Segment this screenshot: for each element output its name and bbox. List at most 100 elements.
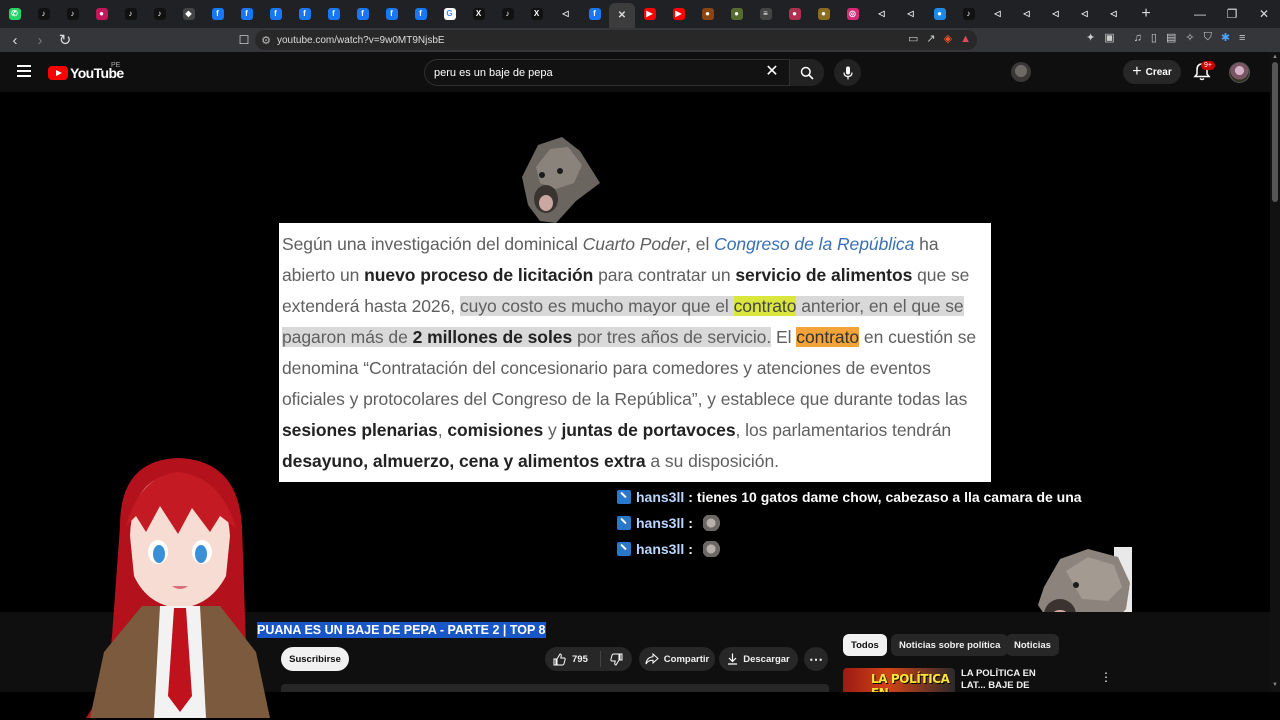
scroll-up-icon[interactable]: ▲ (1271, 54, 1279, 62)
clear-search-icon[interactable]: ✕ (763, 63, 781, 81)
forward-icon[interactable]: › (30, 30, 50, 50)
browser-tab[interactable]: ◁ (1099, 2, 1128, 26)
browser-tab[interactable]: ● (780, 2, 809, 26)
music-icon[interactable]: ♫ (1134, 32, 1142, 44)
browser-tab[interactable]: f (580, 2, 609, 26)
chat-username: hans3ll (636, 515, 685, 531)
article-line: abierto un nuevo proceso de licitación p… (282, 265, 970, 285)
browser-tab[interactable]: f (406, 2, 435, 26)
scroll-thumb[interactable] (1272, 62, 1278, 202)
reload-icon[interactable]: ↻ (55, 30, 75, 50)
page-scrollbar[interactable]: ▲ ▼ (1270, 52, 1280, 692)
browser-tab[interactable]: ♪ (954, 2, 983, 26)
site-info-icon[interactable]: ⚙ (255, 34, 277, 47)
download-button[interactable]: Descargar (719, 647, 798, 671)
scroll-down-icon[interactable]: ▼ (1271, 682, 1279, 690)
vpn-icon[interactable]: ⛉ (1204, 31, 1212, 44)
menu-icon[interactable]: ≡ (1239, 32, 1245, 44)
browser-tab[interactable]: ♪ (493, 2, 522, 26)
browser-tab[interactable]: ● (722, 2, 751, 26)
browser-tab[interactable]: f (203, 2, 232, 26)
browser-tab[interactable]: X (522, 2, 551, 26)
browser-tab[interactable]: f (290, 2, 319, 26)
browser-tab[interactable]: ◁ (1041, 2, 1070, 26)
browser-tab[interactable]: ✕ (609, 3, 635, 28)
browser-tab[interactable]: f (319, 2, 348, 26)
browser-tab[interactable]: ● (809, 2, 838, 26)
browser-tab[interactable]: G (435, 2, 464, 26)
account-avatar[interactable] (1229, 62, 1250, 83)
like-dislike-group: 795 (545, 647, 632, 671)
description-box[interactable] (281, 684, 829, 692)
extensions-icon[interactable]: ✦ (1086, 31, 1095, 44)
browser-tab[interactable]: ● (87, 2, 116, 26)
youtube-icon: ▶ (643, 8, 656, 20)
close-window-button[interactable]: ✕ (1248, 0, 1280, 28)
browser-tab[interactable]: ● (693, 2, 722, 26)
share-button[interactable]: Compartir (639, 647, 715, 671)
thumbs-down-icon (609, 653, 622, 666)
minimize-button[interactable]: — (1184, 0, 1216, 28)
browser-tab[interactable]: ◁ (1012, 2, 1041, 26)
browser-tab[interactable]: f (348, 2, 377, 26)
browser-tab[interactable]: ♪ (29, 2, 58, 26)
screenshot-icon[interactable]: ▣ (1104, 31, 1114, 44)
facebook-icon: f (269, 8, 282, 20)
share-icon[interactable]: ↗ (926, 32, 935, 45)
chip-all[interactable]: Todos (843, 634, 887, 656)
cast-icon[interactable]: ▭ (908, 32, 918, 45)
browser-tab[interactable]: ♪ (58, 2, 87, 26)
browser-tab[interactable]: ● (925, 2, 954, 26)
search-button[interactable] (789, 59, 824, 86)
wallet-icon[interactable]: ▤ (1166, 31, 1176, 44)
recommended-title[interactable]: LA POLÍTICA EN LAT... BAJE DE PEPA - PA.… (961, 668, 1051, 692)
x-icon: X (472, 8, 485, 20)
sidebar-icon[interactable]: ▯ (1151, 31, 1157, 44)
youtube-icon: ▶ (672, 8, 685, 20)
browser-tab[interactable]: ◁ (983, 2, 1012, 26)
chip-news[interactable]: Noticias (1006, 634, 1059, 656)
browser-tab[interactable]: f (232, 2, 261, 26)
browser-tab[interactable]: ◎ (838, 2, 867, 26)
brave-shield-icon[interactable]: ◈ (944, 32, 952, 45)
article-line: desayuno, almuerzo, cena y alimentos ext… (282, 451, 779, 471)
browser-tab[interactable]: ◁ (896, 2, 925, 26)
browser-tab[interactable]: ♪ (145, 2, 174, 26)
search-input[interactable] (434, 60, 754, 85)
browser-tab[interactable]: ◁ (1070, 2, 1099, 26)
browser-tab[interactable]: ≡ (751, 2, 780, 26)
more-actions-button[interactable]: ⋯ (804, 647, 828, 671)
cat-emote-icon (702, 515, 721, 531)
bookmark-icon[interactable]: ☐ (234, 30, 254, 50)
browser-tab[interactable]: f (377, 2, 406, 26)
chip-politics-news[interactable]: Noticias sobre política (891, 634, 1009, 656)
voice-search-button[interactable] (834, 59, 861, 86)
facebook-icon: f (385, 8, 398, 20)
recommended-thumbnail[interactable]: LA POLÍTICA EN (843, 668, 955, 692)
back-icon[interactable]: ‹ (5, 30, 25, 50)
browser-tab[interactable]: f (261, 2, 290, 26)
like-button[interactable]: 795 (545, 651, 601, 667)
browser-tab[interactable]: ◆ (174, 2, 203, 26)
chat-separator: : (688, 515, 693, 531)
browser-tab[interactable]: ◁ (867, 2, 896, 26)
browser-tab[interactable]: ◁ (551, 2, 580, 26)
browser-window: ✆ ♪ ♪ ● ♪ ♪ ◆ f f f f f f f f G X ♪ X ◁ f ✕ ▶ ▶ ● ● ≡ ● ● ◎ ◁ ◁ ● ♪ ◁ ◁ ◁ ◁ ◁ … (0, 0, 1280, 720)
browser-tab[interactable]: X (464, 2, 493, 26)
browser-tab[interactable]: ✆ (0, 2, 29, 26)
puzzle-icon[interactable]: ✱ (1221, 31, 1230, 44)
rewards-icon[interactable]: ▲ (960, 33, 971, 45)
browser-tab[interactable]: ▶ (635, 2, 664, 26)
dislike-button[interactable] (601, 653, 631, 666)
create-button[interactable]: + Crear (1123, 60, 1181, 84)
hamburger-menu-icon[interactable] (17, 65, 31, 77)
new-tab-button[interactable]: + (1134, 5, 1158, 23)
ai-icon[interactable]: ✧ (1185, 31, 1194, 44)
document-icon: ≡ (759, 8, 772, 20)
recommended-more-icon[interactable]: ⋮ (1100, 670, 1112, 684)
maximize-button[interactable]: ❐ (1216, 0, 1248, 28)
browser-tab[interactable]: ♪ (116, 2, 145, 26)
vtuber-avatar-image (86, 458, 270, 718)
browser-tab[interactable]: ▶ (664, 2, 693, 26)
address-bar[interactable]: ⚙ youtube.com/watch?v=9w0MT9NjsbE ▭ ↗ ◈ … (255, 30, 977, 50)
